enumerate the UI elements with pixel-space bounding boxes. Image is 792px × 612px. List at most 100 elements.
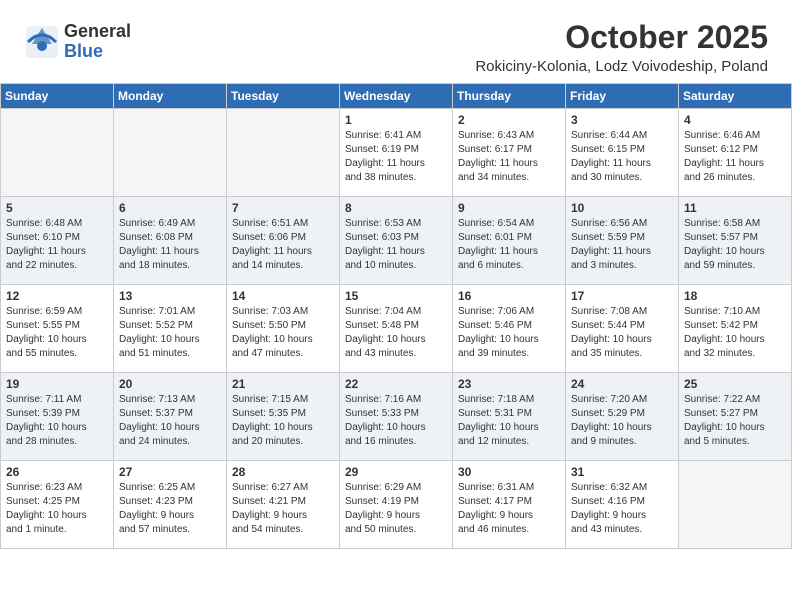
day-number: 21	[232, 377, 334, 391]
day-info: Sunrise: 6:46 AM Sunset: 6:12 PM Dayligh…	[684, 129, 786, 185]
calendar-day-cell: 15 Sunrise: 7:04 AM Sunset: 5:48 PM Dayli…	[340, 285, 453, 373]
calendar-day-cell: 23Sunrise: 7:18 AM Sunset: 5:31 PM Dayli…	[453, 373, 566, 461]
calendar-day-cell: 13Sunrise: 7:01 AM Sunset: 5:52 PM Dayli…	[114, 285, 227, 373]
calendar-day-cell: 28 Sunrise: 6:27 AM Sunset: 4:21 PM Dayli…	[227, 461, 340, 549]
calendar-day-cell: 29 Sunrise: 6:29 AM Sunset: 4:19 PM Dayli…	[340, 461, 453, 549]
day-number: 24	[571, 377, 673, 391]
weekday-header: Wednesday	[340, 84, 453, 109]
day-info: Sunrise: 6:58 AM Sunset: 5:57 PM Dayligh…	[684, 217, 786, 273]
weekday-header: Thursday	[453, 84, 566, 109]
day-info: Sunrise: 7:11 AM Sunset: 5:39 PM Dayligh…	[6, 393, 108, 449]
day-info: Sunrise: 6:23 AM Sunset: 4:25 PM Dayligh…	[6, 481, 108, 537]
calendar-week-row: 26 Sunrise: 6:23 AM Sunset: 4:25 PM Dayli…	[1, 461, 792, 549]
calendar-day-cell: 26 Sunrise: 6:23 AM Sunset: 4:25 PM Dayli…	[1, 461, 114, 549]
calendar-day-cell: 8Sunrise: 6:53 AM Sunset: 6:03 PM Daylig…	[340, 197, 453, 285]
weekday-header: Friday	[566, 84, 679, 109]
calendar-day-cell: 16 Sunrise: 7:06 AM Sunset: 5:46 PM Dayli…	[453, 285, 566, 373]
calendar-day-cell: 19Sunrise: 7:11 AM Sunset: 5:39 PM Dayli…	[1, 373, 114, 461]
logo-general-text: General	[64, 22, 131, 42]
day-number: 1	[345, 113, 447, 127]
calendar: SundayMondayTuesdayWednesdayThursdayFrid…	[0, 83, 792, 549]
logo-blue-text: Blue	[64, 42, 131, 62]
calendar-day-cell: 11 Sunrise: 6:58 AM Sunset: 5:57 PM Dayli…	[679, 197, 792, 285]
day-info: Sunrise: 6:51 AM Sunset: 6:06 PM Dayligh…	[232, 217, 334, 273]
day-info: Sunrise: 7:15 AM Sunset: 5:35 PM Dayligh…	[232, 393, 334, 449]
logo-icon	[24, 24, 60, 60]
day-info: Sunrise: 6:32 AM Sunset: 4:16 PM Dayligh…	[571, 481, 673, 537]
calendar-day-cell: 1 Sunrise: 6:41 AM Sunset: 6:19 PM Daylig…	[340, 109, 453, 197]
calendar-day-cell: 3 Sunrise: 6:44 AM Sunset: 6:15 PM Daylig…	[566, 109, 679, 197]
calendar-day-cell	[679, 461, 792, 549]
day-info: Sunrise: 6:43 AM Sunset: 6:17 PM Dayligh…	[458, 129, 560, 185]
weekday-header: Tuesday	[227, 84, 340, 109]
day-number: 27	[119, 465, 221, 479]
day-info: Sunrise: 6:29 AM Sunset: 4:19 PM Dayligh…	[345, 481, 447, 537]
day-info: Sunrise: 7:13 AM Sunset: 5:37 PM Dayligh…	[119, 393, 221, 449]
calendar-day-cell	[227, 109, 340, 197]
day-info: Sunrise: 6:44 AM Sunset: 6:15 PM Dayligh…	[571, 129, 673, 185]
day-info: Sunrise: 7:01 AM Sunset: 5:52 PM Dayligh…	[119, 305, 221, 361]
day-number: 4	[684, 113, 786, 127]
day-number: 11	[684, 201, 786, 215]
day-number: 6	[119, 201, 221, 215]
day-number: 12	[6, 289, 108, 303]
day-number: 28	[232, 465, 334, 479]
day-info: Sunrise: 7:16 AM Sunset: 5:33 PM Dayligh…	[345, 393, 447, 449]
calendar-day-cell: 31 Sunrise: 6:32 AM Sunset: 4:16 PM Dayli…	[566, 461, 679, 549]
day-number: 7	[232, 201, 334, 215]
calendar-day-cell: 24 Sunrise: 7:20 AM Sunset: 5:29 PM Dayli…	[566, 373, 679, 461]
day-number: 14	[232, 289, 334, 303]
calendar-day-cell: 10 Sunrise: 6:56 AM Sunset: 5:59 PM Dayli…	[566, 197, 679, 285]
weekday-header: Monday	[114, 84, 227, 109]
day-number: 18	[684, 289, 786, 303]
calendar-day-cell: 21 Sunrise: 7:15 AM Sunset: 5:35 PM Dayli…	[227, 373, 340, 461]
day-number: 8	[345, 201, 447, 215]
day-number: 9	[458, 201, 560, 215]
calendar-day-cell: 27 Sunrise: 6:25 AM Sunset: 4:23 PM Dayli…	[114, 461, 227, 549]
day-number: 30	[458, 465, 560, 479]
calendar-day-cell: 7 Sunrise: 6:51 AM Sunset: 6:06 PM Daylig…	[227, 197, 340, 285]
calendar-day-cell: 5 Sunrise: 6:48 AM Sunset: 6:10 PM Daylig…	[1, 197, 114, 285]
day-number: 29	[345, 465, 447, 479]
calendar-day-cell: 12Sunrise: 6:59 AM Sunset: 5:55 PM Dayli…	[1, 285, 114, 373]
day-info: Sunrise: 7:20 AM Sunset: 5:29 PM Dayligh…	[571, 393, 673, 449]
location-title: Rokiciny-Kolonia, Lodz Voivodeship, Pola…	[475, 58, 768, 75]
day-info: Sunrise: 7:06 AM Sunset: 5:46 PM Dayligh…	[458, 305, 560, 361]
calendar-day-cell: 22Sunrise: 7:16 AM Sunset: 5:33 PM Dayli…	[340, 373, 453, 461]
calendar-day-cell: 17Sunrise: 7:08 AM Sunset: 5:44 PM Dayli…	[566, 285, 679, 373]
day-info: Sunrise: 6:27 AM Sunset: 4:21 PM Dayligh…	[232, 481, 334, 537]
calendar-day-cell: 14 Sunrise: 7:03 AM Sunset: 5:50 PM Dayli…	[227, 285, 340, 373]
day-number: 16	[458, 289, 560, 303]
header: General Blue October 2025 Rokiciny-Kolon…	[0, 0, 792, 83]
calendar-day-cell: 18Sunrise: 7:10 AM Sunset: 5:42 PM Dayli…	[679, 285, 792, 373]
day-info: Sunrise: 6:41 AM Sunset: 6:19 PM Dayligh…	[345, 129, 447, 185]
day-info: Sunrise: 6:56 AM Sunset: 5:59 PM Dayligh…	[571, 217, 673, 273]
day-info: Sunrise: 7:04 AM Sunset: 5:48 PM Dayligh…	[345, 305, 447, 361]
calendar-day-cell: 20Sunrise: 7:13 AM Sunset: 5:37 PM Dayli…	[114, 373, 227, 461]
day-number: 5	[6, 201, 108, 215]
day-number: 31	[571, 465, 673, 479]
weekday-header: Saturday	[679, 84, 792, 109]
calendar-day-cell: 9 Sunrise: 6:54 AM Sunset: 6:01 PM Daylig…	[453, 197, 566, 285]
calendar-day-cell	[1, 109, 114, 197]
day-number: 3	[571, 113, 673, 127]
calendar-header-row: SundayMondayTuesdayWednesdayThursdayFrid…	[1, 84, 792, 109]
day-number: 26	[6, 465, 108, 479]
calendar-week-row: 19Sunrise: 7:11 AM Sunset: 5:39 PM Dayli…	[1, 373, 792, 461]
day-info: Sunrise: 7:22 AM Sunset: 5:27 PM Dayligh…	[684, 393, 786, 449]
day-info: Sunrise: 6:49 AM Sunset: 6:08 PM Dayligh…	[119, 217, 221, 273]
day-number: 15	[345, 289, 447, 303]
calendar-day-cell: 25Sunrise: 7:22 AM Sunset: 5:27 PM Dayli…	[679, 373, 792, 461]
day-info: Sunrise: 6:48 AM Sunset: 6:10 PM Dayligh…	[6, 217, 108, 273]
calendar-week-row: 12Sunrise: 6:59 AM Sunset: 5:55 PM Dayli…	[1, 285, 792, 373]
day-info: Sunrise: 7:08 AM Sunset: 5:44 PM Dayligh…	[571, 305, 673, 361]
day-number: 10	[571, 201, 673, 215]
day-info: Sunrise: 6:25 AM Sunset: 4:23 PM Dayligh…	[119, 481, 221, 537]
day-info: Sunrise: 7:18 AM Sunset: 5:31 PM Dayligh…	[458, 393, 560, 449]
day-info: Sunrise: 6:54 AM Sunset: 6:01 PM Dayligh…	[458, 217, 560, 273]
calendar-day-cell: 2Sunrise: 6:43 AM Sunset: 6:17 PM Daylig…	[453, 109, 566, 197]
calendar-day-cell: 4 Sunrise: 6:46 AM Sunset: 6:12 PM Daylig…	[679, 109, 792, 197]
calendar-day-cell: 30Sunrise: 6:31 AM Sunset: 4:17 PM Dayli…	[453, 461, 566, 549]
day-info: Sunrise: 7:03 AM Sunset: 5:50 PM Dayligh…	[232, 305, 334, 361]
calendar-week-row: 1 Sunrise: 6:41 AM Sunset: 6:19 PM Daylig…	[1, 109, 792, 197]
